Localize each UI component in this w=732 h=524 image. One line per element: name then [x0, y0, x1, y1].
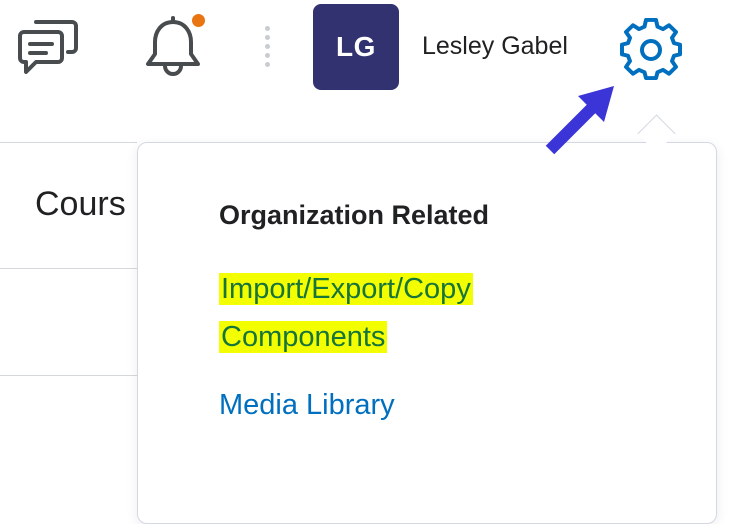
- dropdown-title: Organization Related: [219, 200, 490, 230]
- annotation-arrow-icon: [540, 82, 620, 167]
- menu-item-import-export-copy[interactable]: Import/Export/Copy Components: [219, 265, 473, 361]
- gear-icon[interactable]: [619, 18, 683, 82]
- menu-item-label-line2: Components: [219, 321, 388, 353]
- avatar-initials: LG: [336, 31, 376, 62]
- section-divider-2: [0, 375, 137, 376]
- course-heading-partial: Cours: [35, 185, 126, 223]
- notification-dot: [190, 12, 207, 29]
- chat-bubbles-icon[interactable]: [14, 14, 80, 80]
- user-name[interactable]: Lesley Gabel: [422, 32, 568, 61]
- avatar[interactable]: LG: [313, 4, 399, 90]
- menu-item-media-library[interactable]: Media Library: [219, 389, 395, 422]
- menu-item-label-line1: Import/Export/Copy: [219, 273, 473, 305]
- top-divider: [0, 142, 137, 143]
- section-divider: [0, 268, 137, 269]
- divider-dots: [265, 26, 271, 71]
